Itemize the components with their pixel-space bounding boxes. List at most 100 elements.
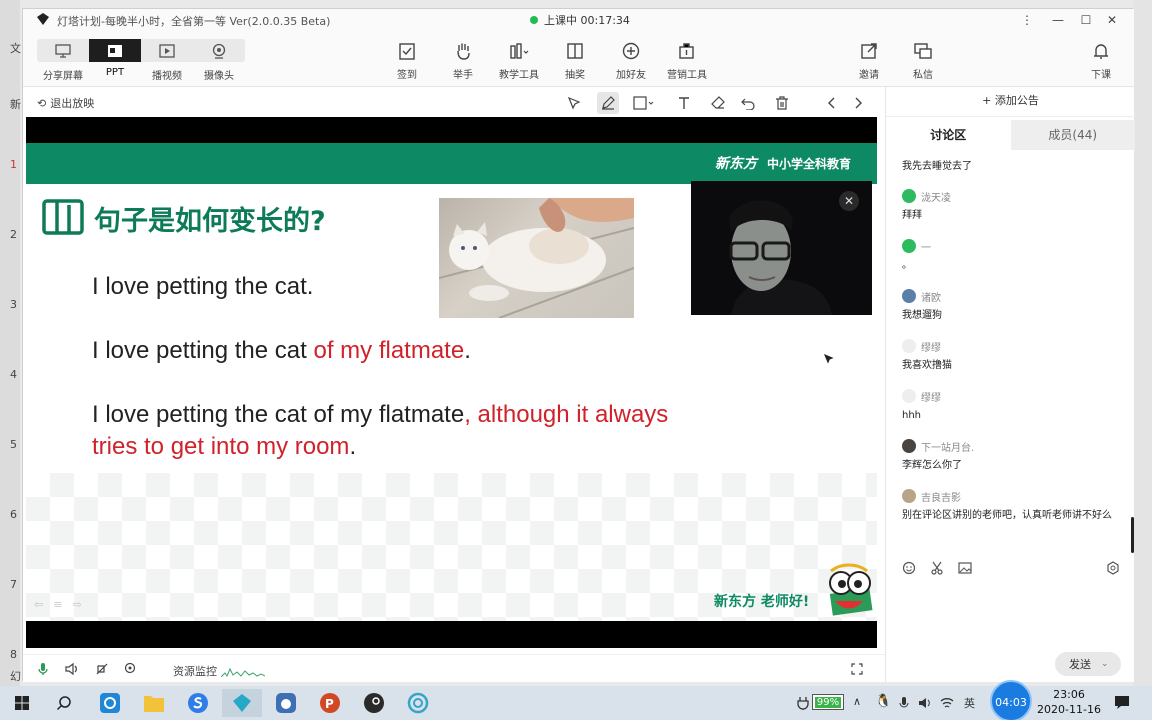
main-toolbar: 分享屏幕 PPT 播视频 摄像头 签到 举手 教学工具 抽奖 加好友 营销工具 [23, 31, 1134, 87]
chat-sender-name: 下一站月台. [921, 442, 975, 454]
chat-message-text: 我想遛狗 [902, 310, 942, 321]
chat-message: 我先去睡觉去了 [902, 160, 1112, 174]
speaker-icon[interactable] [65, 662, 79, 676]
scissors-icon[interactable] [930, 561, 944, 575]
strip-label: 8 [10, 648, 17, 661]
camera-off-icon[interactable] [95, 662, 109, 676]
mode-ppt[interactable] [89, 39, 141, 62]
tray-microphone-icon[interactable] [898, 696, 910, 710]
slide-brand-subtitle: 中小学全科教育 [767, 157, 852, 171]
settings-icon[interactable] [1106, 561, 1120, 575]
eraser-icon [711, 96, 725, 109]
chat-message: 泷天凌 拜拜 [902, 188, 1112, 223]
mode-share-screen[interactable] [37, 39, 89, 62]
mode-label: 摄像头 [204, 71, 234, 82]
send-options-chevron-icon[interactable]: ⌄ [1101, 659, 1109, 669]
exit-slideshow-button[interactable]: ⟲ 退出放映 [37, 95, 94, 111]
mascot-icon [829, 563, 873, 616]
prev-icon [828, 97, 835, 109]
ime-indicator[interactable]: 英 [964, 695, 975, 711]
text-tool[interactable] [673, 92, 695, 114]
taskbar-app-browser[interactable] [90, 689, 130, 717]
lottery-button[interactable]: 抽奖 [551, 41, 599, 81]
marketing-tools-button[interactable]: 营销工具 [663, 41, 711, 81]
taskbar-clock[interactable]: 23:06 2020-11-16 [1036, 687, 1102, 717]
camera-icon [212, 43, 226, 59]
image-icon[interactable] [958, 561, 972, 575]
hand-icon [457, 43, 470, 60]
add-friend-button[interactable]: 加好友 [607, 41, 655, 81]
close-camera-button[interactable]: ✕ [839, 191, 859, 211]
taskbar-app-s[interactable] [178, 689, 218, 717]
eraser-tool[interactable] [707, 92, 729, 114]
next-slide-button[interactable] [847, 92, 869, 114]
sentence-3: I love petting the cat of my flatmate, a… [92, 399, 672, 463]
emoji-icon[interactable] [902, 561, 916, 575]
tab-members[interactable]: 成员(44) [1010, 120, 1135, 150]
tab-discussion[interactable]: 讨论区 [886, 120, 1011, 150]
sentence-2: I love petting the cat of my flatmate. [92, 335, 471, 367]
tray-expand-icon[interactable]: ∧ [853, 695, 861, 708]
chat-toolbar [902, 561, 1120, 575]
panel-tabs: 讨论区 成员(44) [886, 120, 1135, 150]
checkin-button[interactable]: 签到 [383, 41, 431, 81]
private-message-icon [914, 43, 932, 59]
maximize-button[interactable]: ☐ [1077, 11, 1095, 29]
rectangle-tool[interactable] [633, 92, 655, 114]
add-notice-button[interactable]: + 添加公告 [886, 87, 1135, 117]
text-icon [679, 97, 689, 109]
sentence-2-tail: . [464, 337, 471, 364]
floating-timer-bubble[interactable]: 04:03 [990, 680, 1032, 720]
raise-hand-button[interactable]: 举手 [439, 41, 487, 81]
end-class-button[interactable]: 下课 [1077, 41, 1125, 81]
taskbar-app-explorer[interactable] [134, 689, 174, 717]
marketing-tools-icon [679, 43, 694, 59]
trash-icon [776, 96, 788, 110]
resource-monitor-label[interactable]: 资源监控 [173, 663, 217, 679]
taskbar-app-weibo[interactable] [266, 689, 306, 717]
user-avatar [902, 289, 916, 303]
mode-label: 播视频 [152, 71, 182, 82]
start-button[interactable] [2, 689, 42, 717]
monitor-share-icon [55, 43, 71, 58]
volume-icon[interactable] [918, 696, 932, 710]
invite-button[interactable]: 邀请 [845, 41, 893, 81]
minimize-button[interactable]: — [1049, 11, 1067, 29]
taskbar-app-lighthouse[interactable] [222, 689, 262, 717]
taskbar-app-steam[interactable] [354, 689, 394, 717]
teacher-camera-feed[interactable]: ✕ [691, 181, 872, 315]
clock-time: 23:06 [1053, 688, 1085, 701]
chat-list[interactable]: 我先去睡觉去了 泷天凌 拜拜 一 。 诸欧 我想遛狗 缪缪 我喜欢撸猫 缪缪 h… [886, 150, 1135, 550]
microphone-icon[interactable] [37, 662, 49, 676]
pen-tool[interactable] [597, 92, 619, 114]
teaching-tools-button[interactable]: 教学工具 [495, 41, 543, 81]
private-message-button[interactable]: 私信 [899, 41, 947, 81]
svg-text:P: P [325, 697, 334, 711]
mode-camera[interactable] [193, 39, 245, 62]
notification-center-icon[interactable] [1114, 694, 1130, 710]
wechat-avatar-icon [902, 239, 916, 253]
clear-tool[interactable] [771, 92, 793, 114]
location-icon[interactable] [123, 662, 137, 676]
taskbar-app-other[interactable] [398, 689, 438, 717]
taskbar-app-powerpoint[interactable]: P [310, 689, 350, 717]
sentence-3-text: I love petting the cat of my flatmate [92, 401, 465, 428]
chat-sender-name: 诸欧 [921, 292, 941, 304]
chat-scrollbar[interactable] [1131, 517, 1134, 553]
more-menu-button[interactable]: ⋮ [1018, 11, 1036, 29]
battery-indicator[interactable]: 99% [812, 694, 844, 710]
next-icon [855, 97, 862, 109]
undo-tool[interactable] [737, 92, 759, 114]
qq-icon[interactable]: 🐧 [875, 694, 891, 709]
send-button[interactable]: 发送 ⌄ [1055, 652, 1121, 676]
sentence-1-text: I love petting the cat. [92, 273, 314, 300]
pointer-tool[interactable] [563, 92, 585, 114]
fullscreen-icon[interactable] [851, 663, 863, 675]
close-window-button[interactable]: ✕ [1103, 11, 1121, 29]
search-button[interactable] [44, 689, 84, 717]
prev-slide-button[interactable] [821, 92, 843, 114]
chat-message-text: 我先去睡觉去了 [902, 161, 972, 172]
teaching-tools-icon [510, 43, 529, 59]
wifi-icon[interactable] [940, 696, 954, 710]
mode-video[interactable] [141, 39, 193, 62]
